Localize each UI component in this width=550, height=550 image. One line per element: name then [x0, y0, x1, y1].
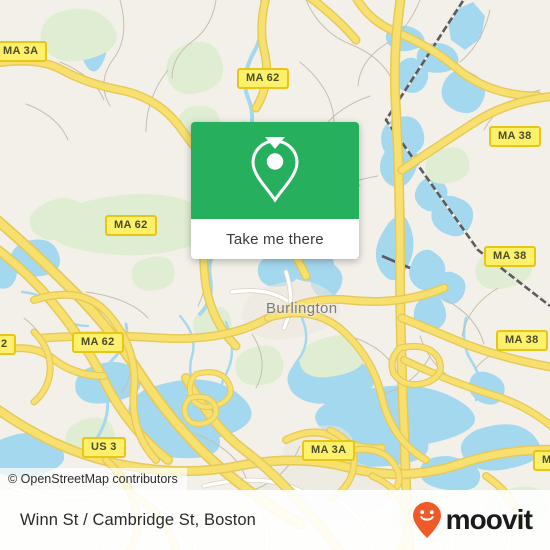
moovit-wordmark: moovit [445, 504, 533, 535]
take-me-there-button[interactable]: Take me there [191, 219, 359, 259]
road-shield: MA 62 [105, 215, 157, 236]
road-shield: 2 [0, 334, 17, 355]
bottom-bar: Winn St / Cambridge St, Boston moovit [0, 490, 550, 550]
road-shield: MA [533, 450, 550, 471]
moovit-smiling-pin-icon [412, 502, 441, 538]
road-shield: MA 3A [0, 41, 48, 62]
station-title: Winn St / Cambridge St, Boston [20, 510, 256, 529]
road-shield: MA 38 [489, 126, 541, 147]
road-shield: MA 62 [237, 68, 289, 89]
osm-attribution-label: © OpenStreetMap contributors [8, 472, 178, 486]
road-shield: MA 38 [484, 246, 536, 267]
callout-tail [265, 137, 285, 149]
take-me-there-label: Take me there [226, 230, 324, 248]
road-shield: MA 38 [496, 330, 548, 351]
place-label-burlington: Burlington [266, 300, 338, 317]
road-shield: MA 3A [302, 440, 356, 461]
road-shield: US 3 [82, 437, 126, 458]
map-screen: .w{fill:#a4d8ee} .pk{fill:#dfeed2} .resi… [0, 0, 550, 550]
moovit-brand[interactable]: moovit [412, 501, 533, 539]
osm-attribution[interactable]: © OpenStreetMap contributors [0, 468, 187, 490]
road-shield: MA 62 [72, 332, 124, 353]
